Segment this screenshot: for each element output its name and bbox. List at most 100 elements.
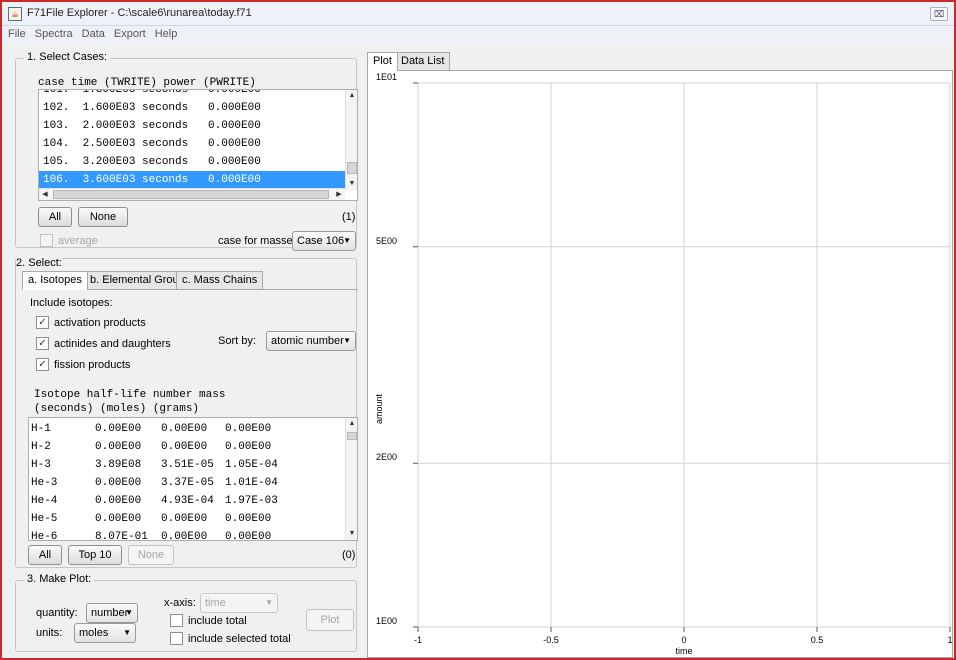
grid — [417, 82, 951, 628]
menu-data[interactable]: Data — [76, 26, 108, 40]
sort-by-select[interactable]: atomic number ▼ — [266, 331, 356, 351]
masses-label: case for masses: — [218, 235, 302, 247]
isotope-halflife: 0.00E00 — [95, 441, 142, 453]
isotopes-none-button[interactable]: None — [128, 545, 174, 565]
cases-horizontal-scrollbar[interactable]: ◀ ▶ — [39, 188, 345, 200]
activation-products-checkbox[interactable]: ✓ — [36, 316, 49, 329]
right-panel: Plot Data List -1 -0.5 0 0.5 1 1E00 2E00 5E00 1E… — [365, 52, 953, 658]
case-row[interactable]: 105. 3.200E03 seconds 0.000E00 — [43, 153, 345, 171]
case-row-selected[interactable]: 106. 3.600E03 seconds 0.000E00 — [39, 171, 345, 189]
scroll-right-icon[interactable]: ▶ — [333, 189, 345, 200]
isotope-row[interactable]: He-3 0.00E00 3.37E-05 1.01E-04 — [31, 474, 278, 492]
y-tick-label: 1E01 — [376, 72, 397, 82]
activation-products-label: activation products — [54, 317, 146, 329]
isotope-number: 0.00E00 — [161, 441, 208, 453]
scroll-up-icon[interactable]: ▲ — [346, 90, 357, 102]
title-bar: ☕ F71File Explorer - C:\scale6\runarea\t… — [2, 2, 954, 26]
window-title: F71File Explorer - C:\scale6\runarea\tod… — [27, 7, 252, 19]
scroll-up-icon[interactable]: ▲ — [346, 418, 357, 430]
plot-chart: -1 -0.5 0 0.5 1 1E00 2E00 5E00 1E01 time amount — [374, 72, 952, 656]
isotope-number: 0.00E00 — [161, 513, 208, 525]
chevron-down-icon: ▼ — [125, 608, 133, 617]
y-tick-label: 1E00 — [376, 616, 397, 626]
isotopes-selected-count: (0) — [342, 549, 356, 561]
x-tick-label: 1 — [947, 635, 952, 645]
actinides-checkbox[interactable]: ✓ — [36, 337, 49, 350]
isotope-halflife: 0.00E00 — [95, 495, 142, 507]
include-selected-total-label: include selected total — [188, 633, 291, 645]
menu-file[interactable]: File — [2, 26, 29, 40]
tab-elemental-group[interactable]: b. Elemental Group — [84, 271, 191, 289]
fission-products-checkbox[interactable]: ✓ — [36, 358, 49, 371]
cases-vertical-scrollbar[interactable]: ▲ ▼ — [345, 90, 357, 190]
cases-none-button[interactable]: None — [78, 207, 128, 227]
isotope-name: He-3 — [31, 477, 58, 489]
menu-help[interactable]: Help — [149, 26, 181, 40]
isotope-name: He-5 — [31, 513, 58, 525]
scroll-left-icon[interactable]: ◀ — [39, 189, 51, 200]
scroll-down-icon[interactable]: ▼ — [346, 178, 357, 190]
isotope-row[interactable]: He-4 0.00E00 4.93E-04 1.97E-03 — [31, 492, 278, 510]
isotope-halflife: 3.89E08 — [95, 459, 142, 471]
units-value: moles — [79, 627, 109, 639]
chevron-down-icon: ▼ — [343, 336, 351, 345]
select-cases-group: 1. Select Cases: case time (TWRITE) powe… — [15, 51, 358, 251]
isotope-row[interactable]: H-1 0.00E00 0.00E00 0.00E00 — [31, 420, 271, 438]
masses-case-value: Case 106 — [297, 235, 345, 247]
masses-case-select[interactable]: Case 106 ▼ — [292, 231, 356, 251]
y-axis-label: amount — [374, 393, 384, 424]
select-title: 2. Select: — [16, 257, 62, 269]
case-row[interactable]: 103. 2.000E03 seconds 0.000E00 — [43, 117, 345, 135]
isotope-row[interactable]: He-6 8.07E-01 0.00E00 0.00E00 — [31, 528, 271, 541]
isotopes-top10-button[interactable]: Top 10 — [68, 545, 122, 565]
isotope-halflife: 8.07E-01 — [95, 531, 148, 541]
quantity-value: number — [91, 607, 129, 619]
y-tick-label: 2E00 — [376, 452, 397, 462]
x-tick-label: 0.5 — [811, 635, 824, 645]
tab-plot[interactable]: Plot — [367, 52, 398, 71]
tab-mass-chains[interactable]: c. Mass Chains — [176, 271, 264, 289]
isotope-row[interactable]: H-3 3.89E08 3.51E-05 1.05E-04 — [31, 456, 278, 474]
isotope-number: 3.37E-05 — [161, 477, 214, 489]
close-button[interactable]: ⌧ — [930, 7, 948, 21]
fission-products-label: fission products — [54, 359, 131, 371]
plot-area[interactable]: -1 -0.5 0 0.5 1 1E00 2E00 5E00 1E01 time amount — [367, 70, 953, 658]
x-tick-label: 0 — [681, 635, 686, 645]
isotope-name: He-6 — [31, 531, 58, 541]
isotope-halflife: 0.00E00 — [95, 513, 142, 525]
cases-all-button[interactable]: All — [38, 207, 72, 227]
scroll-thumb[interactable] — [347, 162, 357, 174]
case-row[interactable]: 104. 2.500E03 seconds 0.000E00 — [43, 135, 345, 153]
xaxis-select[interactable]: time ▼ — [200, 593, 278, 613]
tab-data-list[interactable]: Data List — [395, 52, 451, 70]
isotope-mass: 1.05E-04 — [225, 459, 278, 471]
case-row[interactable]: 102. 1.600E03 seconds 0.000E00 — [43, 99, 345, 117]
ticks: -1 -0.5 0 0.5 1 1E00 2E00 5E00 1E01 — [376, 72, 952, 645]
scroll-down-icon[interactable]: ▼ — [346, 528, 357, 540]
scroll-thumb[interactable] — [53, 190, 329, 199]
isotope-name: He-4 — [31, 495, 58, 507]
include-selected-total-checkbox[interactable] — [170, 632, 183, 645]
isotope-vertical-scrollbar[interactable]: ▲ ▼ — [345, 418, 357, 540]
isotope-row[interactable]: He-5 0.00E00 0.00E00 0.00E00 — [31, 510, 271, 528]
menu-bar: File Spectra Data Export Help — [2, 26, 954, 44]
scroll-thumb[interactable] — [347, 432, 357, 440]
plot-button[interactable]: Plot — [306, 609, 354, 631]
menu-export[interactable]: Export — [108, 26, 149, 40]
tab-isotopes[interactable]: a. Isotopes — [22, 271, 88, 290]
isotope-list[interactable]: H-1 0.00E00 0.00E00 0.00E00 H-2 0.00E00 0.00E… — [28, 417, 358, 541]
menu-spectra[interactable]: Spectra — [29, 26, 76, 40]
cases-list[interactable]: 101. 1.300E03 seconds 0.000E00 102. 1.60… — [38, 89, 358, 201]
isotope-row[interactable]: H-2 0.00E00 0.00E00 0.00E00 — [31, 438, 271, 456]
isotopes-all-button[interactable]: All — [28, 545, 62, 565]
isotope-mass: 0.00E00 — [225, 423, 272, 435]
average-checkbox[interactable] — [40, 234, 53, 247]
quantity-select[interactable]: number ▼ — [86, 603, 138, 623]
select-group: 2. Select: a. Isotopes b. Elemental Grou… — [15, 257, 358, 568]
units-select[interactable]: moles ▼ — [74, 623, 136, 643]
include-total-checkbox[interactable] — [170, 614, 183, 627]
case-row[interactable]: 101. 1.300E03 seconds 0.000E00 — [43, 90, 345, 99]
cases-header: case time (TWRITE) power (PWRITE) — [38, 77, 256, 89]
isotope-mass: 0.00E00 — [225, 513, 272, 525]
xaxis-value: time — [205, 597, 226, 609]
